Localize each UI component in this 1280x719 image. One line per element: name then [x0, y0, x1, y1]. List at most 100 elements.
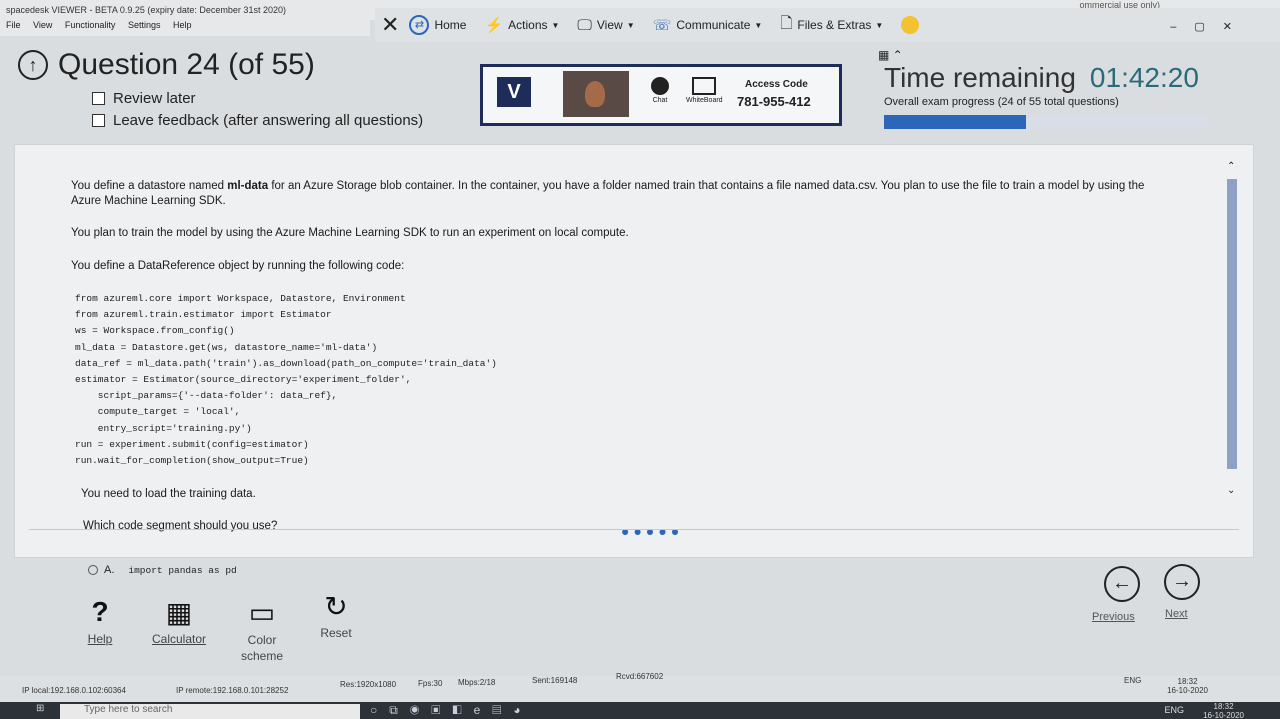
mbps: Mbps:2/18 [458, 678, 496, 687]
review-later-checkbox[interactable]: Review later [92, 90, 196, 107]
whiteboard-icon [692, 77, 717, 95]
ip-remote: IP remote:192.168.0.101:28252 [176, 686, 289, 695]
timer-area: Time remaining 01:42:20 Overall exam prog… [884, 62, 1214, 108]
communicate-button[interactable]: ☏ Communicate ▼ [653, 16, 763, 34]
received-bytes: Rcvd:667602 [616, 672, 664, 681]
code-block: from azureml.core import Workspace, Data… [75, 293, 497, 467]
divider [29, 529, 1239, 530]
taskbar-time: 18:32 [1213, 702, 1234, 711]
home-button[interactable]: ⇄ Home [409, 15, 466, 35]
chat-icon [651, 77, 669, 95]
option-letter: A. [104, 564, 115, 576]
communicate-label: Communicate [676, 18, 751, 32]
chevron-down-icon: ▼ [875, 20, 884, 30]
menu-functionality[interactable]: Functionality [65, 20, 116, 30]
whiteboard-button[interactable]: WhiteBoard [686, 77, 723, 104]
file-icon: 🗋 [780, 14, 793, 32]
content-scrollbar[interactable]: ⌃ ⌄ [1227, 161, 1239, 501]
answer-area: A. import pandas as pd [14, 558, 1254, 588]
question-mark-icon: ? [91, 596, 109, 627]
question-paragraph-3: You define a DataReference object by run… [71, 260, 405, 272]
reset-label: Reset [320, 626, 352, 640]
webcam-preview [563, 71, 629, 117]
help-button[interactable]: ? Help [82, 596, 118, 646]
radio-button[interactable] [88, 565, 98, 575]
reset-icon: ↻ [324, 591, 348, 622]
timer-controls[interactable]: ▦ ⌃ [878, 48, 903, 62]
para1-text: You define a datastore named [71, 180, 228, 192]
status-clock: 18:32 16-10-2020 [1167, 677, 1208, 695]
question-header: ↑ Question 24 (of 55) [18, 48, 315, 82]
whiteboard-label: WhiteBoard [686, 97, 723, 104]
chevron-down-icon[interactable]: ⌄ [1227, 485, 1235, 496]
time-remaining-value: 01:42:20 [1089, 62, 1199, 93]
arrow-right-icon: → [1172, 570, 1192, 592]
review-later-label: Review later [113, 90, 196, 107]
reset-button[interactable]: ↻ Reset [314, 590, 358, 640]
windows-start-icon[interactable]: ⊞ [36, 703, 44, 714]
color-scheme-button[interactable]: ▭ Color scheme [232, 596, 292, 664]
home-label: Home [434, 18, 467, 32]
close-session-icon[interactable]: ✕ [381, 12, 399, 38]
vendor-logo: V [497, 77, 531, 107]
leave-feedback-label: Leave feedback (after answering all ques… [113, 112, 424, 129]
menu-view[interactable]: View [33, 20, 52, 30]
exam-header: ↑ Question 24 (of 55) Review later Leave… [12, 42, 1268, 142]
feedback-smiley-icon[interactable] [901, 16, 920, 34]
chevron-down-icon: ▼ [551, 20, 560, 30]
previous-button[interactable]: ← [1104, 566, 1140, 602]
menu-file[interactable]: File [6, 20, 21, 30]
back-arrow-icon[interactable]: ↑ [18, 50, 48, 80]
menu-settings[interactable]: Settings [128, 20, 161, 30]
viewer-menu-bar: File View Functionality Settings Help [0, 20, 370, 36]
scrollbar-thumb[interactable] [1227, 179, 1237, 469]
taskbar-language[interactable]: ENG [1164, 705, 1184, 715]
question-paragraph-1: You define a datastore named ml-data for… [71, 179, 1161, 209]
view-label: View [596, 18, 623, 32]
next-button[interactable]: → [1164, 564, 1200, 600]
access-code-value: 781-955-412 [737, 94, 811, 109]
calculator-button[interactable]: ▦ Calculator [144, 596, 214, 646]
checkbox-box[interactable] [92, 114, 105, 127]
actions-button[interactable]: ⚡ Actions ▼ [484, 16, 559, 34]
menu-help[interactable]: Help [173, 20, 192, 30]
proctor-panel: V Chat WhiteBoard Access Code 781-955-41… [480, 64, 842, 126]
taskbar-search-input[interactable]: Type here to search [60, 704, 360, 719]
status-date: 16-10-2020 [1167, 686, 1208, 695]
window-controls[interactable]: –▢✕ [1170, 20, 1250, 33]
loading-dots: ●●●●● [621, 523, 684, 539]
access-code-label: Access Code [745, 79, 808, 90]
datastore-name: ml-data [227, 180, 269, 192]
answer-option-a[interactable]: A. import pandas as pd [88, 564, 237, 576]
question-content: You define a datastore named ml-data for… [14, 144, 1254, 558]
leave-feedback-checkbox[interactable]: Leave feedback (after answering all ques… [92, 112, 423, 129]
fps: Fps:30 [418, 679, 443, 688]
windows-taskbar: ⊞ Type here to search ○⧉◉▣◧e▤◕ ENG 18:32… [0, 702, 1280, 719]
color-scheme-label: Color scheme [240, 633, 284, 663]
files-extras-button[interactable]: 🗋 Files & Extras ▼ [780, 13, 883, 38]
question-title: Question 24 (of 55) [58, 48, 315, 81]
help-label: Help [87, 632, 113, 646]
question-paragraph-2: You plan to train the model by using the… [71, 227, 629, 239]
next-label[interactable]: Next [1165, 608, 1188, 620]
calculator-icon: ▦ [165, 597, 193, 628]
chat-button[interactable]: Chat [651, 77, 669, 104]
sent-bytes: Sent:169148 [532, 676, 578, 685]
option-code: import pandas as pd [128, 564, 237, 576]
previous-label[interactable]: Previous [1092, 611, 1135, 623]
chevron-down-icon: ▼ [626, 20, 635, 30]
lightning-icon: ⚡ [484, 17, 504, 34]
progress-label: Overall exam progress (24 of 55 total qu… [884, 96, 1119, 108]
chevron-up-icon[interactable]: ⌃ [1227, 161, 1235, 172]
status-time: 18:32 [1177, 677, 1198, 686]
files-label: Files & Extras [797, 18, 872, 32]
home-icon: ⇄ [409, 15, 430, 35]
viewer-title: spacedesk VIEWER - BETA 0.9.25 (expiry d… [6, 5, 286, 15]
view-button[interactable]: 🖵 View ▼ [577, 17, 634, 34]
monitor-icon: 🖵 [577, 16, 592, 34]
taskbar-apps[interactable]: ○⧉◉▣◧e▤◕ [370, 703, 533, 718]
checkbox-box[interactable] [92, 92, 105, 105]
question-paragraph-4: You need to load the training data. [81, 488, 256, 500]
taskbar-clock[interactable]: 18:32 16-10-2020 [1203, 702, 1244, 719]
calculator-label: Calculator [151, 632, 207, 646]
